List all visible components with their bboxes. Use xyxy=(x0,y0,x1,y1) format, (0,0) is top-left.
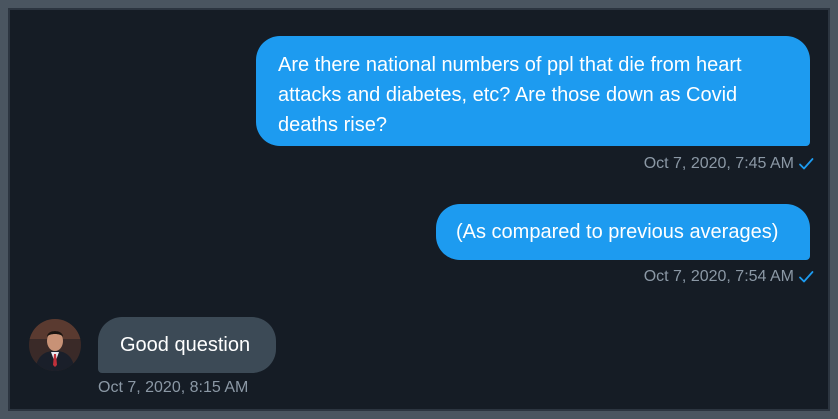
message-bubble-outgoing[interactable]: (As compared to previous averages) xyxy=(436,204,810,260)
avatar-image xyxy=(29,319,81,371)
avatar[interactable] xyxy=(29,319,81,371)
message-timestamp: Oct 7, 2020, 7:45 AM xyxy=(643,155,794,172)
screenshot-frame: Are there national numbers of ppl that d… xyxy=(0,0,838,419)
message-bubble-incoming[interactable]: Good question xyxy=(98,317,276,373)
message-timestamp: Oct 7, 2020, 7:54 AM xyxy=(643,268,794,285)
conversation-panel: Are there national numbers of ppl that d… xyxy=(8,8,830,411)
checkmark-icon xyxy=(799,271,814,283)
message-timestamp: Oct 7, 2020, 8:15 AM xyxy=(98,379,249,396)
checkmark-icon xyxy=(799,158,814,170)
message-bubble-outgoing[interactable]: Are there national numbers of ppl that d… xyxy=(256,36,810,146)
